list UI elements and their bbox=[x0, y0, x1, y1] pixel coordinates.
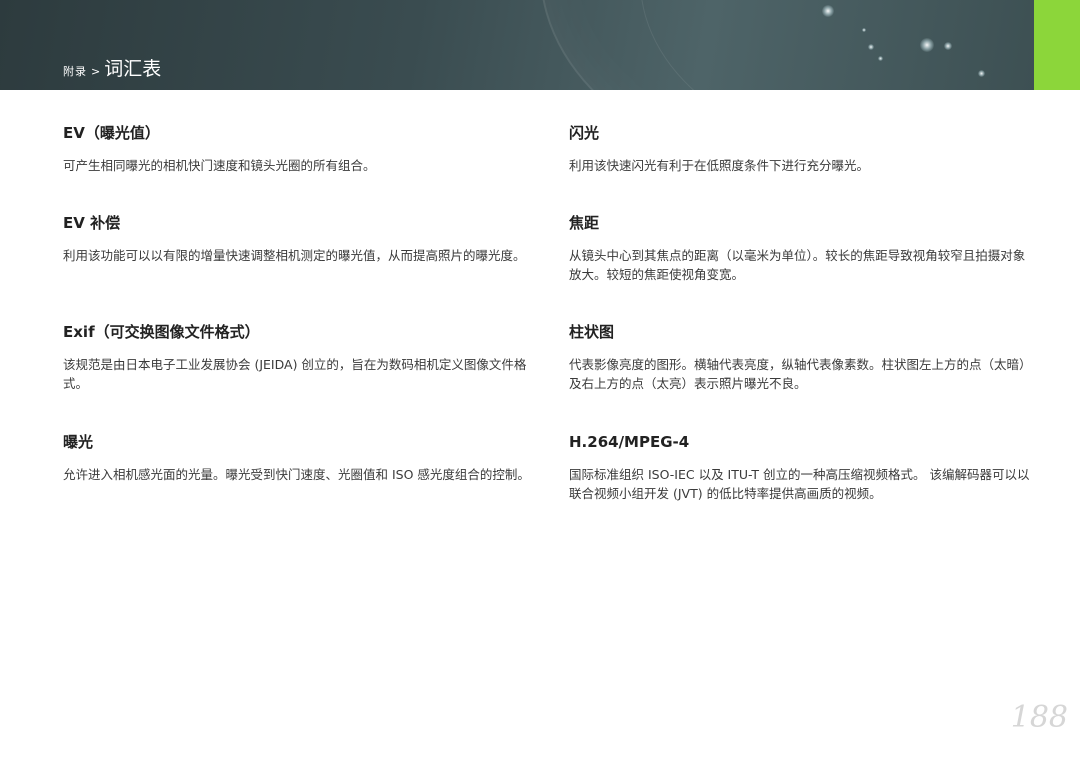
page-number: 188 bbox=[1010, 700, 1068, 735]
sparkle-decoration bbox=[920, 38, 934, 52]
glossary-entry-histogram: 柱状图 代表影像亮度的图形。横轴代表亮度，纵轴代表像素数。柱状图左上方的点（太暗… bbox=[569, 323, 1037, 393]
glossary-term: 闪光 bbox=[569, 124, 600, 142]
glossary-term: Exif（可交换图像文件格式） bbox=[63, 323, 260, 341]
section-accent-tab bbox=[1034, 0, 1080, 90]
glossary-entry-exposure: 曝光 允许进入相机感光面的光量。曝光受到快门速度、光圈值和 ISO 感光度组合的… bbox=[63, 433, 531, 484]
glossary-entry-exif: Exif（可交换图像文件格式） 该规范是由日本电子工业发展协会 (JEIDA) … bbox=[63, 323, 531, 393]
glossary-definition: 国际标准组织 ISO-IEC 以及 ITU-T 创立的一种高压缩视频格式。 该编… bbox=[569, 467, 1030, 501]
sparkle-decoration bbox=[944, 42, 952, 50]
glossary-definition: 可产生相同曝光的相机快门速度和镜头光圈的所有组合。 bbox=[63, 158, 376, 173]
breadcrumb-separator: > bbox=[91, 65, 101, 78]
page-title: 词汇表 bbox=[104, 58, 162, 80]
header-banner: 附录 > 词汇表 bbox=[0, 0, 1034, 90]
glossary-entry-flash: 闪光 利用该快速闪光有利于在低照度条件下进行充分曝光。 bbox=[569, 124, 1037, 175]
glossary-entry-ev: EV（曝光值） 可产生相同曝光的相机快门速度和镜头光圈的所有组合。 bbox=[63, 124, 531, 175]
glossary-definition: 代表影像亮度的图形。横轴代表亮度，纵轴代表像素数。柱状图左上方的点（太暗）及右上… bbox=[569, 357, 1032, 391]
sparkle-decoration bbox=[822, 5, 834, 17]
glossary-term: 焦距 bbox=[569, 214, 600, 232]
glossary-entry-ev-compensation: EV 补偿 利用该功能可以以有限的增量快速调整相机测定的曝光值，从而提高照片的曝… bbox=[63, 214, 531, 265]
sparkle-decoration bbox=[878, 56, 883, 61]
glossary-entry-focal-length: 焦距 从镜头中心到其焦点的距离（以毫米为单位）。较长的焦距导致视角较窄且拍摄对象… bbox=[569, 214, 1037, 284]
glossary-term: 柱状图 bbox=[569, 323, 615, 341]
sparkle-decoration bbox=[868, 44, 874, 50]
breadcrumb: 附录 > 词汇表 bbox=[63, 54, 161, 80]
glossary-entry-h264: H.264/MPEG-4 国际标准组织 ISO-IEC 以及 ITU-T 创立的… bbox=[569, 433, 1037, 503]
glossary-definition: 从镜头中心到其焦点的距离（以毫米为单位）。较长的焦距导致视角较窄且拍摄对象放大。… bbox=[569, 248, 1026, 282]
sparkle-decoration bbox=[978, 70, 985, 77]
glossary-definition: 利用该功能可以以有限的增量快速调整相机测定的曝光值，从而提高照片的曝光度。 bbox=[63, 248, 526, 263]
sparkle-decoration bbox=[862, 28, 866, 32]
breadcrumb-parent[interactable]: 附录 bbox=[63, 63, 87, 79]
glossary-term: EV 补偿 bbox=[63, 214, 121, 232]
banner-swoosh-decoration bbox=[640, 0, 1034, 90]
glossary-term: EV（曝光值） bbox=[63, 124, 160, 142]
glossary-term: H.264/MPEG-4 bbox=[569, 433, 690, 451]
glossary-definition: 利用该快速闪光有利于在低照度条件下进行充分曝光。 bbox=[569, 158, 870, 173]
glossary-definition: 允许进入相机感光面的光量。曝光受到快门速度、光圈值和 ISO 感光度组合的控制。 bbox=[63, 467, 530, 482]
glossary-definition: 该规范是由日本电子工业发展协会 (JEIDA) 创立的，旨在为数码相机定义图像文… bbox=[63, 357, 527, 391]
glossary-term: 曝光 bbox=[63, 433, 94, 451]
